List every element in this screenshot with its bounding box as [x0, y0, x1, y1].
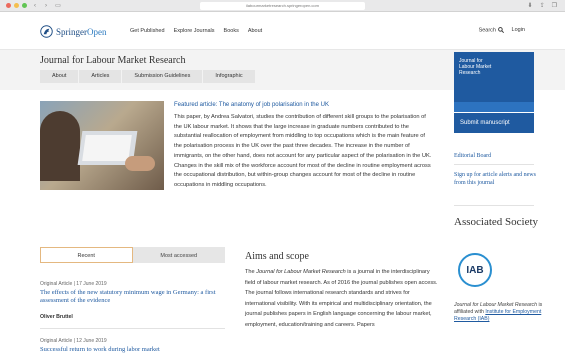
tab-recent[interactable]: Recent: [40, 247, 133, 263]
maximize-window-icon[interactable]: [22, 3, 27, 8]
aims-and-scope-text: The Journal for Labour Market Research i…: [245, 267, 440, 330]
site-header: SpringerOpen Get Published Explore Journ…: [0, 12, 565, 50]
nav-about[interactable]: About: [248, 28, 262, 34]
editorial-board-link[interactable]: Editorial Board: [454, 152, 491, 160]
article-title-link[interactable]: The effects of the new statutory minimum…: [40, 289, 220, 305]
springer-horse-icon: [40, 25, 53, 38]
iab-journal-name: Journal for Labour Market Research: [454, 302, 538, 308]
iab-logo[interactable]: IAB: [458, 253, 492, 287]
search-link[interactable]: Search: [479, 27, 504, 33]
associated-society-heading: Associated Society: [454, 216, 539, 228]
top-navigation: Get Published Explore Journals Books Abo…: [130, 28, 262, 34]
aims-journal-name: Journal for Labour Market Research: [256, 269, 346, 275]
cover-title-line-3: Research: [459, 70, 481, 76]
tab-articles[interactable]: Articles: [79, 70, 122, 83]
search-label: Search: [478, 27, 496, 34]
article-alerts-link[interactable]: Sign up for article alerts and news from…: [454, 171, 536, 187]
tabs-icon[interactable]: ❐: [552, 2, 557, 10]
share-icon[interactable]: ⇪: [540, 2, 545, 10]
sidebar-divider: [454, 205, 534, 206]
aims-prefix: The: [245, 269, 257, 275]
article-divider: [40, 328, 225, 329]
browser-toolbar: ‹ › ▭ ilabourmarketresearch.springeropen…: [0, 0, 565, 12]
logo-brand-text: Springer: [56, 26, 87, 37]
photo-hand: [125, 156, 155, 171]
close-window-icon[interactable]: [6, 3, 11, 8]
journal-cover-image: Journal for Labour Market Research: [454, 52, 534, 112]
sidebar-divider: [454, 164, 534, 165]
photo-person: [40, 111, 80, 181]
iab-affiliation-text: Journal for Labour Market Research is af…: [454, 302, 544, 323]
forward-icon[interactable]: ›: [41, 2, 51, 10]
featured-article-photo[interactable]: [40, 101, 164, 190]
articles-tabs: Recent Most accessed: [40, 247, 225, 263]
aims-and-scope-heading: Aims and scope: [245, 251, 309, 262]
journal-title[interactable]: Journal for Labour Market Research: [40, 55, 186, 66]
download-icon[interactable]: ⬇: [528, 2, 533, 10]
minimize-window-icon[interactable]: [14, 3, 19, 8]
login-link[interactable]: Login: [512, 27, 525, 33]
article-title-link[interactable]: Successful return to work during labor m…: [40, 346, 220, 354]
tab-about[interactable]: About: [40, 70, 79, 83]
nav-books[interactable]: Books: [224, 28, 239, 34]
submit-manuscript-button[interactable]: Submit manuscript: [454, 113, 534, 133]
nav-get-published[interactable]: Get Published: [130, 28, 165, 34]
featured-article-link[interactable]: Featured article: The anatomy of job pol…: [174, 102, 329, 108]
tab-submission-guidelines[interactable]: Submission Guidelines: [122, 70, 203, 83]
article-meta: Original Article | 12 June 2019: [40, 338, 107, 344]
photo-laptop-screen: [82, 135, 132, 161]
journal-tabs: About Articles Submission Guidelines Inf…: [40, 70, 256, 83]
sidebar-toggle-icon[interactable]: ▭: [53, 2, 63, 10]
featured-article-summary: This paper, by Andrea Salvatori, studies…: [174, 114, 432, 188]
article-meta: Original Article | 17 June 2019: [40, 281, 107, 287]
window-controls[interactable]: [6, 3, 27, 8]
address-bar[interactable]: ilabourmarketresearch.springeropen.com: [200, 2, 365, 10]
logo-open-text: Open: [87, 26, 107, 37]
article-author: Oliver Bruttel: [40, 314, 73, 320]
cover-stripe: [454, 102, 534, 112]
search-icon: [497, 27, 504, 34]
nav-explore-journals[interactable]: Explore Journals: [174, 28, 215, 34]
back-icon[interactable]: ‹: [30, 2, 40, 10]
tab-most-accessed[interactable]: Most accessed: [132, 247, 225, 263]
springeropen-logo[interactable]: SpringerOpen: [40, 25, 107, 38]
tab-infographic[interactable]: Infographic: [203, 70, 255, 83]
aims-body-text: is a journal in the interdisciplinary fi…: [245, 269, 438, 328]
